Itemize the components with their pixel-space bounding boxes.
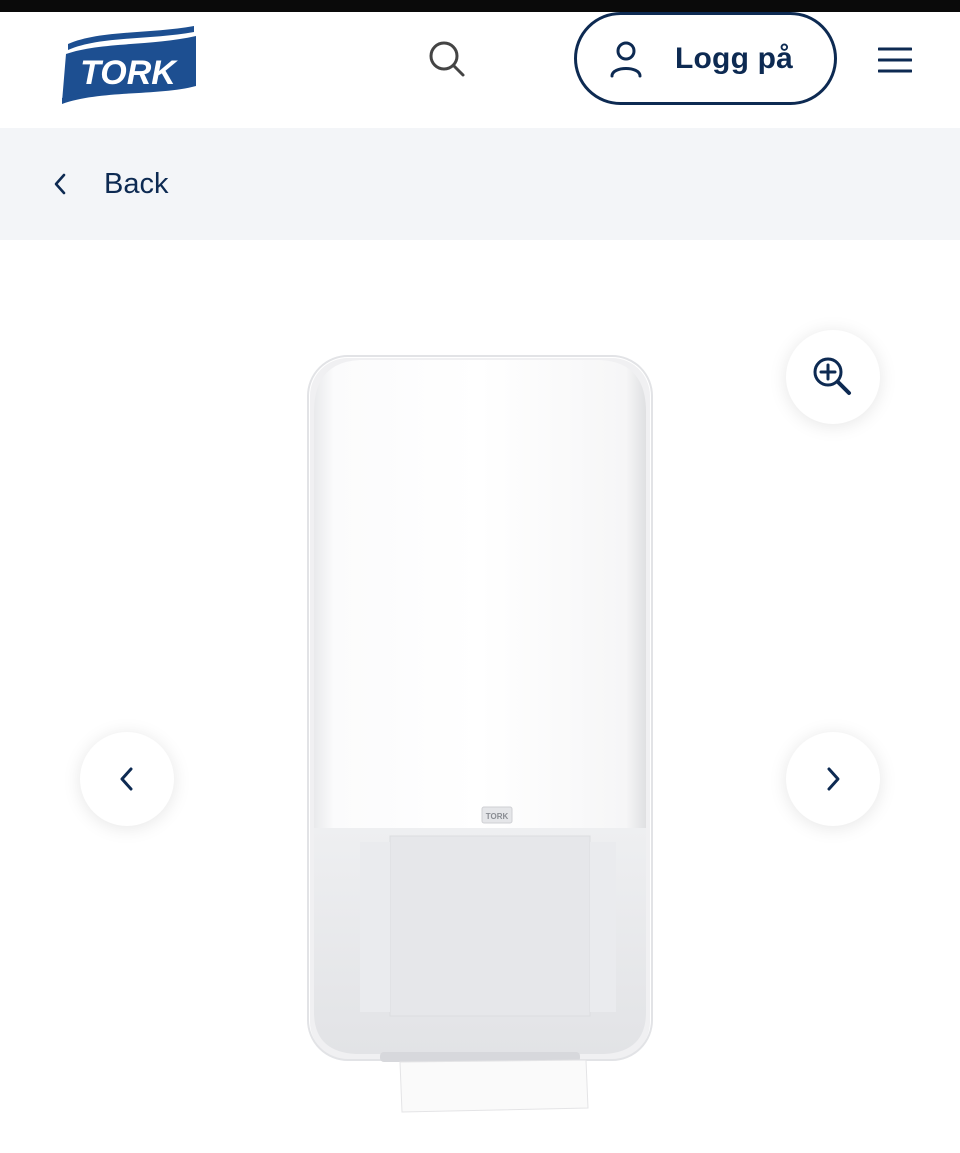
- site-header: TORK Logg på: [0, 12, 960, 128]
- chevron-left-icon: [54, 173, 66, 195]
- logo-text: TORK: [80, 54, 178, 92]
- user-icon: [610, 41, 642, 77]
- previous-image-button[interactable]: [80, 732, 174, 826]
- zoom-in-icon: [813, 357, 851, 395]
- back-bar: Back: [0, 128, 960, 240]
- login-label: Logg på: [675, 41, 794, 75]
- tork-logo[interactable]: TORK: [60, 24, 198, 108]
- login-button[interactable]: Logg på: [574, 12, 837, 105]
- back-label: Back: [104, 167, 169, 200]
- menu-button[interactable]: [874, 40, 916, 80]
- status-strip: [0, 0, 960, 12]
- search-button[interactable]: [424, 36, 470, 82]
- chevron-left-icon: [120, 767, 133, 791]
- zoom-button[interactable]: [786, 330, 880, 424]
- chevron-right-icon: [827, 767, 840, 791]
- hamburger-menu-icon: [878, 47, 912, 73]
- product-gallery: TORK: [0, 240, 960, 1153]
- back-link[interactable]: Back: [52, 162, 168, 206]
- dispenser-logo: TORK: [486, 812, 509, 821]
- next-image-button[interactable]: [786, 732, 880, 826]
- search-icon: [429, 41, 465, 77]
- product-image: TORK: [300, 352, 660, 1118]
